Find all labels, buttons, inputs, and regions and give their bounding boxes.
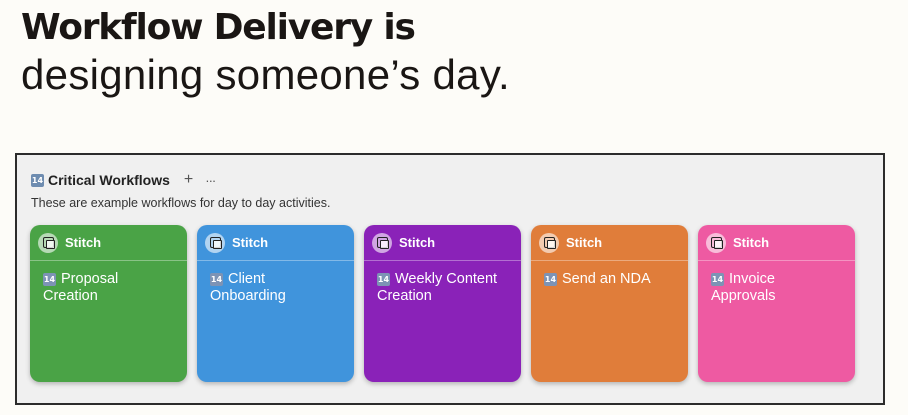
calendar-icon: 14 — [31, 173, 44, 187]
card-header: Stitch — [197, 225, 354, 261]
card-title: Send an NDA — [562, 271, 651, 287]
headline: Workflow Delivery is designing someone’s… — [21, 4, 510, 98]
workflow-card-weekly-content-creation[interactable]: Stitch 14 Weekly Content Creation — [364, 225, 521, 382]
stitch-icon — [706, 232, 726, 253]
card-body: 14 Proposal Creation — [30, 261, 187, 305]
stitch-icon — [372, 232, 392, 253]
card-brand: Stitch — [232, 235, 269, 250]
more-options-icon[interactable]: ··· — [205, 173, 216, 188]
card-header: Stitch — [698, 225, 855, 261]
headline-bold: Workflow Delivery is — [21, 7, 416, 48]
workflow-card-invoice-approvals[interactable]: Stitch 14 Invoice Approvals — [698, 225, 855, 382]
calendar-icon: 14 — [210, 273, 223, 286]
card-brand: Stitch — [566, 235, 603, 250]
card-header: Stitch — [30, 225, 187, 261]
card-header: Stitch — [531, 225, 688, 261]
workflow-card-send-an-nda[interactable]: Stitch 14 Send an NDA — [531, 225, 688, 382]
card-body: 14 Weekly Content Creation — [364, 261, 521, 305]
workflow-board: 14 Critical Workflows + ··· These are ex… — [15, 153, 885, 405]
calendar-icon: 14 — [377, 273, 390, 286]
calendar-icon: 14 — [544, 273, 557, 286]
stitch-icon — [205, 232, 225, 253]
stitch-icon — [38, 232, 58, 253]
card-brand: Stitch — [733, 235, 770, 250]
board-description: These are example workflows for day to d… — [31, 196, 331, 210]
calendar-icon: 14 — [43, 273, 56, 286]
card-brand: Stitch — [399, 235, 436, 250]
headline-subtitle: designing someone’s day. — [21, 51, 510, 98]
card-body: 14 Invoice Approvals — [698, 261, 855, 305]
stitch-icon — [539, 232, 559, 253]
calendar-icon: 14 — [711, 273, 724, 286]
add-button[interactable]: + — [184, 171, 193, 189]
workflow-card-client-onboarding[interactable]: Stitch 14 Client Onboarding — [197, 225, 354, 382]
card-body: 14 Client Onboarding — [197, 261, 354, 305]
card-title: Weekly Content Creation — [377, 271, 498, 304]
workflow-card-proposal-creation[interactable]: Stitch 14 Proposal Creation — [30, 225, 187, 382]
card-body: 14 Send an NDA — [531, 261, 688, 288]
card-brand: Stitch — [65, 235, 102, 250]
board-title[interactable]: Critical Workflows — [48, 172, 170, 188]
board-header: 14 Critical Workflows + ··· — [31, 171, 216, 189]
card-header: Stitch — [364, 225, 521, 261]
